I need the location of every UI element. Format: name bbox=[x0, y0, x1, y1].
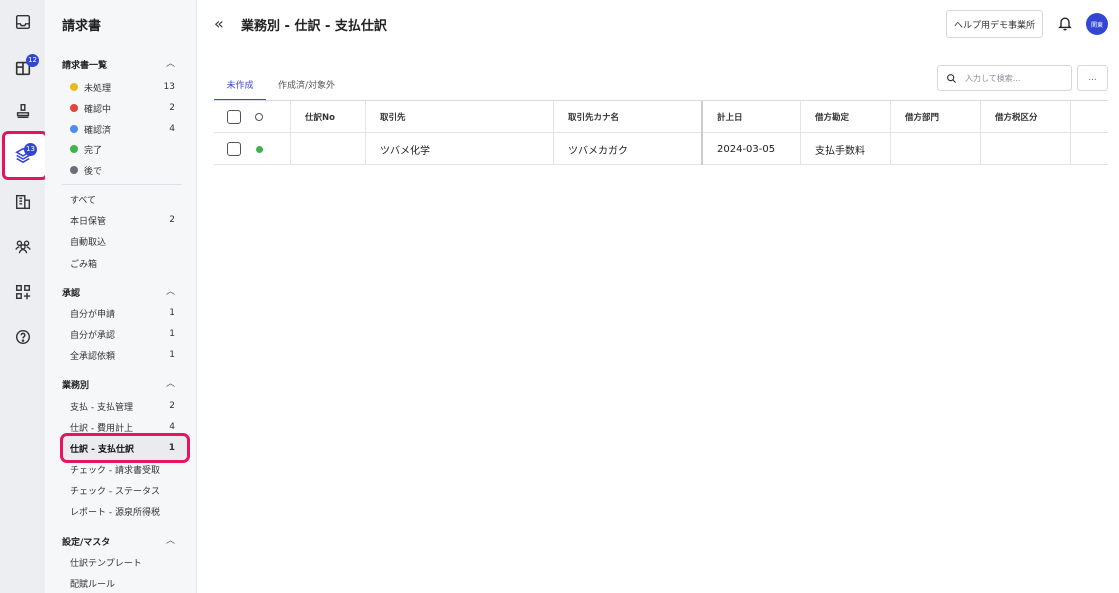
sidebar-item-payment-management[interactable]: 支払 - 支払管理 2 bbox=[70, 396, 175, 416]
section-approval-label[interactable]: 承認 bbox=[62, 286, 80, 299]
cell-date: 2024-03-05 bbox=[703, 133, 801, 165]
sidebar-item-all-approvals[interactable]: 全承認依頼 1 bbox=[70, 345, 175, 365]
sidebar-item-my-request[interactable]: 自分が申請 1 bbox=[70, 303, 175, 323]
rail-people[interactable] bbox=[0, 229, 45, 263]
table-header-row: 仕訳No 取引先 取引先カナ名 計上日 借方勘定 借方部門 借方税区分 bbox=[214, 101, 1108, 133]
rail-building[interactable] bbox=[0, 185, 45, 219]
cell-debit-dept bbox=[891, 133, 981, 165]
sidebar-item-unprocessed[interactable]: 未処理 13 bbox=[70, 77, 175, 97]
journal-table: 仕訳No 取引先 取引先カナ名 計上日 借方勘定 借方部門 借方税区分 ツバメ化… bbox=[214, 101, 1108, 165]
sidebar-item-complete[interactable]: 完了 bbox=[70, 139, 175, 159]
inbox-icon bbox=[15, 14, 30, 30]
status-dot-gray bbox=[70, 166, 78, 174]
sidebar: 請求書 請求書一覧 ︿ 未処理 13 確認中 2 確認済 4 完了 後で すべて… bbox=[45, 0, 197, 593]
icon-rail: 12 13 bbox=[0, 0, 48, 593]
section-settings-label[interactable]: 設定/マスタ bbox=[62, 535, 110, 548]
col-date[interactable]: 計上日 bbox=[703, 101, 801, 133]
status-ring-icon bbox=[255, 113, 263, 121]
col-journal-no[interactable]: 仕訳No bbox=[291, 101, 366, 133]
cell-debit-tax bbox=[981, 133, 1071, 165]
section-business-label[interactable]: 業務別 bbox=[62, 378, 89, 391]
sidebar-item-invoice-receipt-check[interactable]: チェック - 請求書受取 bbox=[70, 459, 175, 479]
stamp-icon bbox=[16, 103, 29, 119]
rail-apps[interactable] bbox=[0, 275, 45, 309]
chevron-up-icon[interactable]: ︿ bbox=[166, 284, 175, 297]
tab-created-excluded[interactable]: 作成済/対象外 bbox=[278, 78, 335, 91]
cell-partner: ツバメ化学 bbox=[366, 133, 554, 165]
header-select-cell bbox=[214, 101, 291, 133]
status-dot-yellow bbox=[70, 83, 78, 91]
section-invoice-list-label[interactable]: 請求書一覧 bbox=[62, 58, 107, 71]
people-icon bbox=[14, 240, 31, 254]
col-debit-tax[interactable]: 借方税区分 bbox=[981, 101, 1071, 133]
tab-not-created[interactable]: 未作成 bbox=[214, 78, 266, 101]
sidebar-item-my-approval[interactable]: 自分が承認 1 bbox=[70, 324, 175, 344]
col-extra bbox=[1071, 101, 1108, 133]
rail-layers-badge: 13 bbox=[24, 143, 37, 156]
sidebar-item-trash[interactable]: ごみ箱 bbox=[70, 253, 175, 273]
app-root: 12 13 請求書 請求書一覧 ︿ 未処理 13 確認中 2 確認済 4 完了 … bbox=[0, 0, 1119, 593]
rail-sheet[interactable]: 12 bbox=[0, 51, 45, 85]
chevron-up-icon[interactable]: ︿ bbox=[166, 376, 175, 389]
rail-stamp[interactable] bbox=[0, 94, 45, 128]
col-debit-account[interactable]: 借方勘定 bbox=[801, 101, 891, 133]
rail-inbox[interactable] bbox=[0, 5, 45, 39]
cell-extra bbox=[1071, 133, 1108, 165]
sidebar-item-status-check[interactable]: チェック - ステータス bbox=[70, 480, 175, 500]
cell-debit-account: 支払手数料 bbox=[801, 133, 891, 165]
cell-partner-kana: ツバメカガク bbox=[554, 133, 703, 165]
help-company-button[interactable]: ヘルプ用デモ事業所 bbox=[946, 10, 1043, 38]
status-dot-green bbox=[70, 145, 78, 153]
sidebar-item-all[interactable]: すべて bbox=[70, 189, 175, 209]
sidebar-title: 請求書 bbox=[62, 19, 102, 34]
select-all-checkbox[interactable] bbox=[227, 110, 241, 124]
status-dot-blue bbox=[70, 125, 78, 133]
search-input[interactable] bbox=[965, 73, 1065, 83]
row-select-cell bbox=[214, 133, 291, 165]
rail-sheet-badge: 12 bbox=[26, 54, 39, 67]
bell-icon[interactable] bbox=[1057, 15, 1073, 31]
status-dot-green bbox=[256, 145, 263, 153]
chevron-up-icon[interactable]: ︿ bbox=[166, 56, 175, 69]
sidebar-item-checked[interactable]: 確認済 4 bbox=[70, 119, 175, 139]
sidebar-item-auto-import[interactable]: 自動取込 bbox=[70, 231, 175, 251]
search-box bbox=[937, 65, 1072, 91]
rail-help[interactable] bbox=[0, 320, 45, 354]
sidebar-item-payment-journal[interactable]: 仕訳 - 支払仕訳 1 bbox=[70, 438, 175, 458]
help-icon bbox=[15, 329, 30, 345]
col-debit-dept[interactable]: 借方部門 bbox=[891, 101, 981, 133]
building-icon bbox=[15, 194, 30, 210]
collapse-sidebar-icon[interactable]: « bbox=[214, 14, 224, 33]
status-dot-red bbox=[70, 104, 78, 112]
sidebar-item-allocation-rule[interactable]: 配賦ルール bbox=[70, 573, 175, 593]
col-partner[interactable]: 取引先 bbox=[366, 101, 554, 133]
rail-layers[interactable]: 13 bbox=[0, 138, 45, 172]
search-icon bbox=[947, 73, 957, 83]
sidebar-item-withholding-report[interactable]: レポート - 源泉所得税 bbox=[70, 501, 175, 521]
avatar[interactable]: 関東 bbox=[1086, 13, 1108, 35]
table-row[interactable]: ツバメ化学 ツバメカガク 2024-03-05 支払手数料 bbox=[214, 133, 1108, 165]
cell-journal-no bbox=[291, 133, 366, 165]
page-title: 業務別 - 仕訳 - 支払仕訳 bbox=[241, 19, 387, 34]
col-partner-kana[interactable]: 取引先カナ名 bbox=[554, 101, 703, 133]
row-checkbox[interactable] bbox=[227, 142, 241, 156]
more-options-button[interactable]: ... bbox=[1077, 65, 1108, 91]
add-apps-icon bbox=[15, 284, 30, 300]
sidebar-item-checking[interactable]: 確認中 2 bbox=[70, 98, 175, 118]
sidebar-item-today-stored[interactable]: 本日保管 2 bbox=[70, 210, 175, 230]
sidebar-item-journal-template[interactable]: 仕訳テンプレート bbox=[70, 552, 175, 572]
sidebar-item-later[interactable]: 後で bbox=[70, 160, 175, 180]
sidebar-divider bbox=[62, 184, 182, 185]
chevron-up-icon[interactable]: ︿ bbox=[166, 533, 175, 546]
